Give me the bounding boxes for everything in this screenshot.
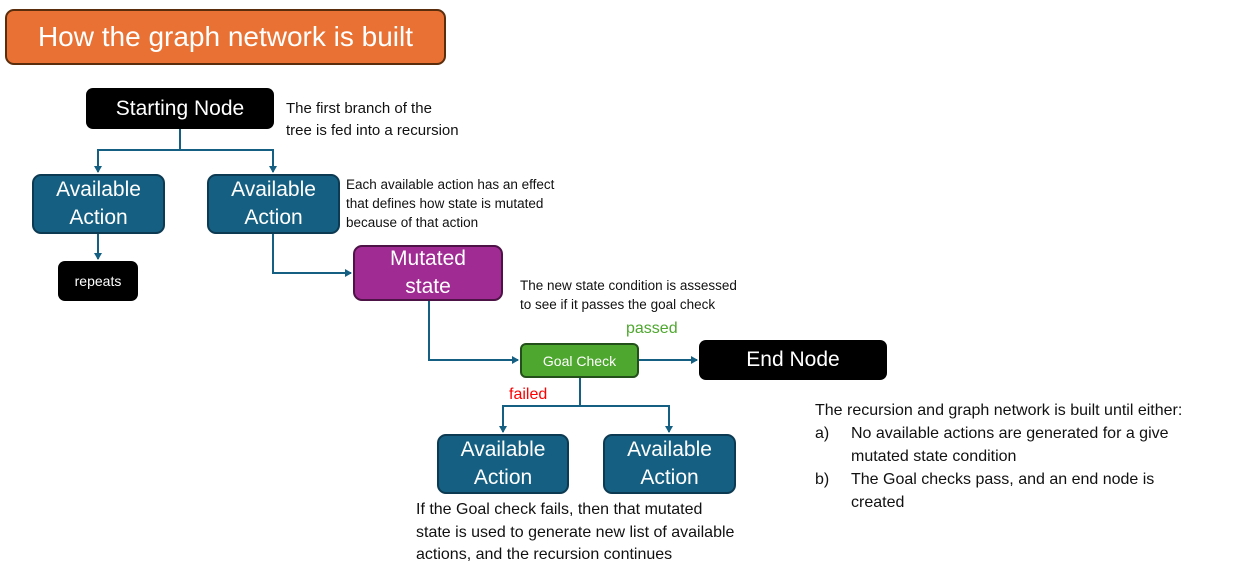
connector-start-to-action-1 — [94, 129, 181, 173]
available-action-node: Available Action — [603, 434, 736, 494]
available-action-node: Available Action — [207, 174, 340, 234]
action-label-line: Action — [244, 206, 303, 229]
mutated-label-line: Mutated — [390, 247, 466, 270]
mutated-label-line: state — [405, 275, 451, 298]
action-label-line: Available — [231, 178, 316, 201]
end-node: End Node — [699, 340, 887, 380]
connector-action-2-to-mutated — [272, 234, 352, 277]
failed-label: failed — [509, 386, 548, 403]
action-label-line: Available — [56, 178, 141, 201]
available-action-node: Available Action — [32, 174, 165, 234]
summary-item: a) No available actions are generated fo… — [815, 422, 1182, 468]
action-note: Each available action has an effect that… — [346, 175, 554, 232]
summary-item-line: No available actions are generated for a… — [851, 425, 1169, 442]
passed-label: passed — [626, 320, 678, 337]
start-note: The first branch of the tree is fed into… — [286, 98, 459, 142]
summary-item-line: The Goal checks pass, and an end node is — [851, 471, 1155, 488]
action-label-line: Action — [69, 206, 128, 229]
summary-item-marker: b) — [815, 471, 830, 488]
failed-note-line: state is used to generate new list of av… — [416, 523, 735, 541]
start-note-line: tree is fed into a recursion — [286, 122, 459, 139]
connector-start-to-action-2 — [180, 149, 277, 173]
action-note-line: that defines how state is mutated — [346, 196, 544, 211]
summary-item-line: mutated state condition — [851, 448, 1017, 465]
page-title: How the graph network is built — [5, 9, 446, 65]
mutated-note: The new state condition is assessed to s… — [520, 276, 737, 314]
mutated-note-line: to see if it passes the goal check — [520, 297, 716, 312]
starting-node: Starting Node — [86, 88, 274, 129]
failed-note-line: If the Goal check fails, then that mutat… — [416, 501, 703, 518]
mutated-note-line: The new state condition is assessed — [520, 278, 737, 293]
repeats-node: repeats — [58, 261, 138, 301]
summary-heading: The recursion and graph network is built… — [815, 402, 1183, 419]
connector-goal-to-action-4 — [580, 405, 673, 433]
action-label-line: Action — [640, 466, 699, 489]
action-label-line: Available — [627, 438, 712, 461]
termination-summary: The recursion and graph network is built… — [815, 399, 1182, 514]
mutated-state-node: Mutated state — [353, 245, 503, 301]
summary-item-line: created — [851, 494, 905, 511]
failed-note: If the Goal check fails, then that mutat… — [416, 499, 734, 567]
goal-check-node: Goal Check — [520, 343, 639, 378]
connector-mutated-to-goal — [428, 301, 519, 364]
start-note-line: The first branch of the — [286, 100, 432, 117]
action-note-line: because of that action — [346, 215, 479, 230]
action-note-line: Each available action has an effect — [346, 177, 555, 192]
failed-note-line: actions, and the recursion continues — [416, 546, 673, 563]
available-action-node: Available Action — [437, 434, 569, 494]
summary-item: b) The Goal checks pass, and an end node… — [815, 468, 1182, 514]
summary-item-marker: a) — [815, 425, 830, 442]
action-label-line: Action — [473, 466, 533, 489]
action-label-line: Available — [460, 438, 546, 461]
